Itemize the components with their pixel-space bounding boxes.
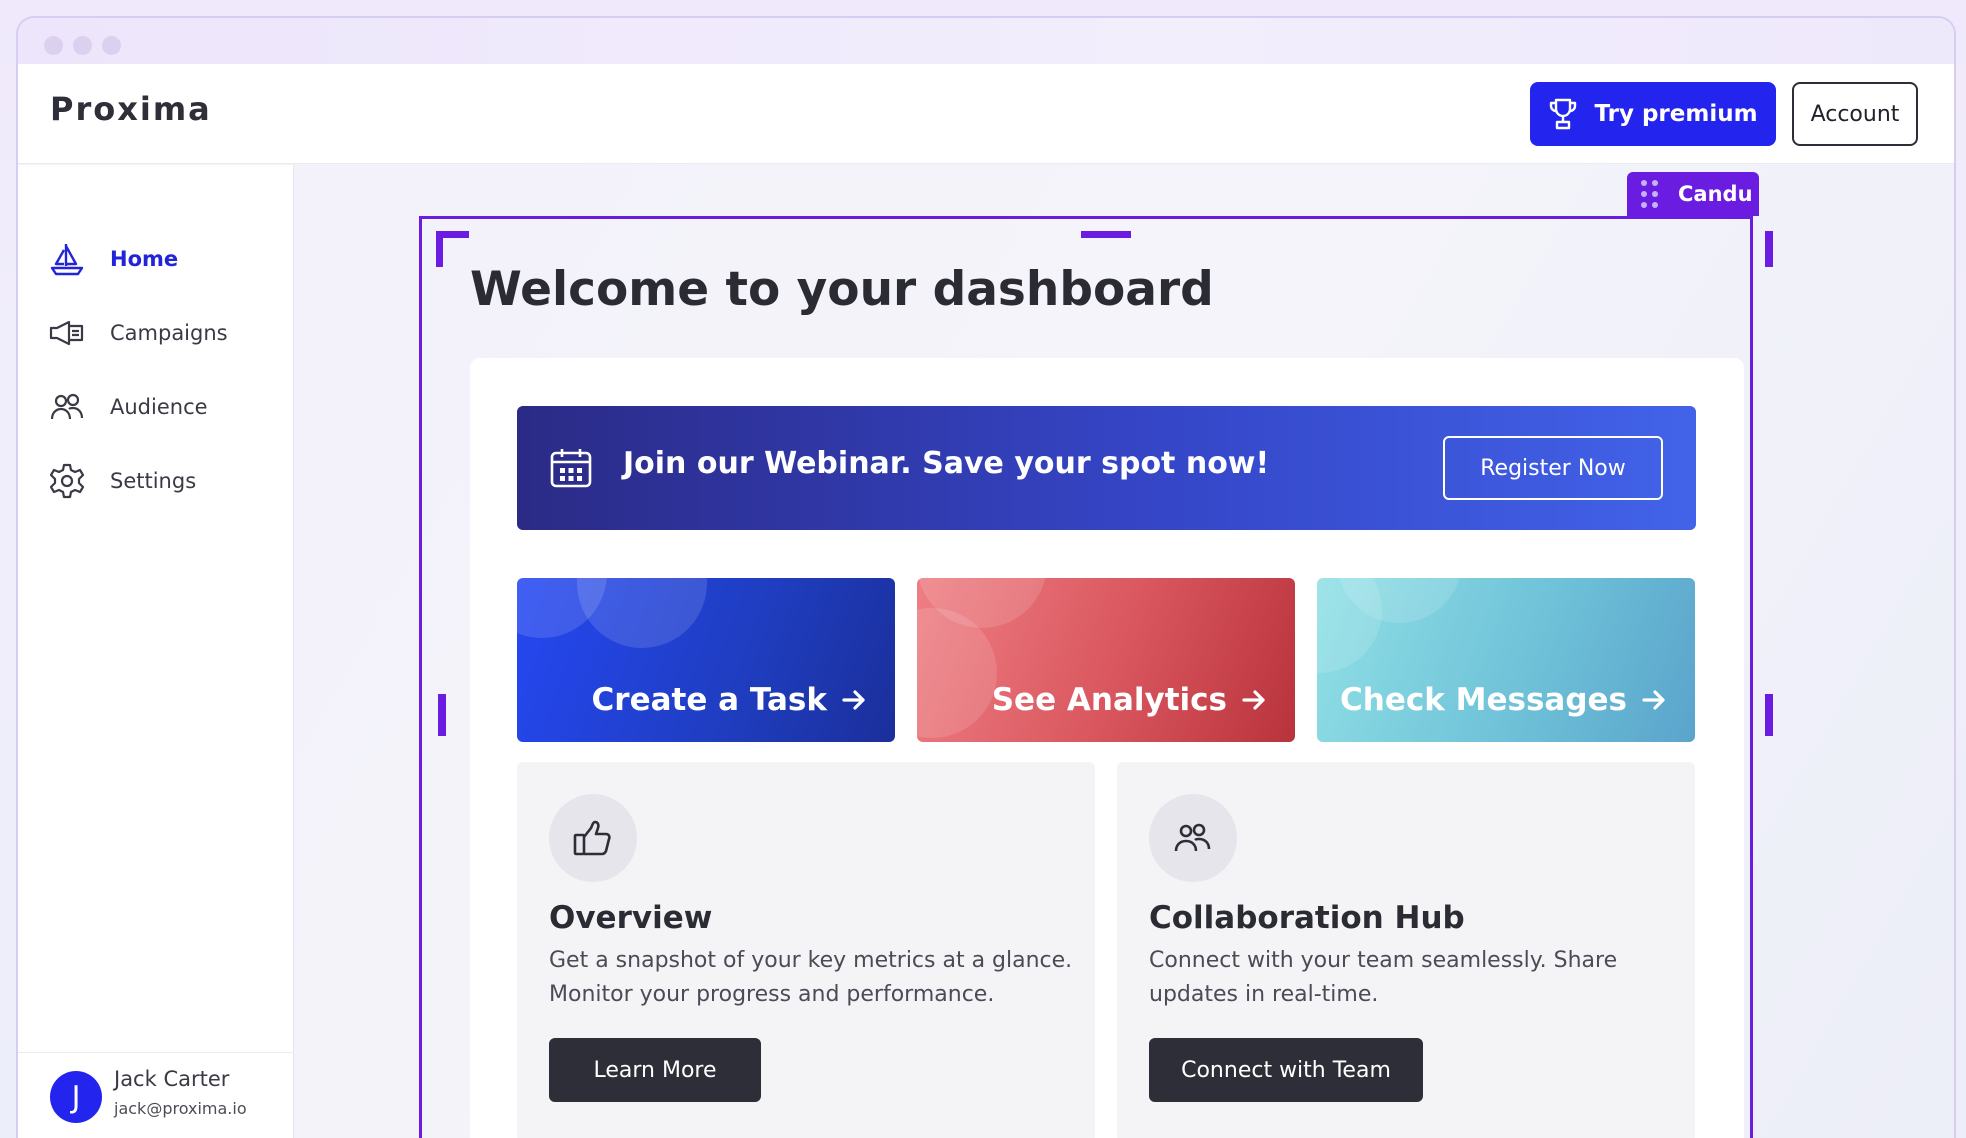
resize-handle[interactable] bbox=[1765, 694, 1773, 736]
card-title: Collaboration Hub bbox=[1149, 900, 1465, 936]
learn-more-button[interactable]: Learn More bbox=[549, 1038, 761, 1102]
resize-handle[interactable] bbox=[1765, 231, 1773, 267]
register-now-button[interactable]: Register Now bbox=[1443, 436, 1663, 500]
user-profile[interactable]: J Jack Carter jack@proxima.io bbox=[18, 1052, 293, 1138]
trophy-icon bbox=[1550, 98, 1577, 130]
icon-circle bbox=[1149, 794, 1237, 882]
sidebar-item-label: Home bbox=[110, 247, 179, 271]
card-description: Connect with your team seamlessly. Share… bbox=[1149, 948, 1618, 1007]
collaboration-hub-card: Collaboration Hub Connect with your team… bbox=[1117, 762, 1695, 1138]
connect-with-team-button[interactable]: Connect with Team bbox=[1149, 1038, 1423, 1102]
sidebar-item-campaigns[interactable]: Campaigns bbox=[48, 311, 228, 355]
webinar-text: Join our Webinar. Save your spot now! bbox=[623, 446, 1270, 481]
arrow-right-icon bbox=[842, 690, 865, 710]
avatar[interactable]: J bbox=[50, 1071, 102, 1123]
top-bar: Proxima Try premium Account bbox=[18, 64, 1954, 164]
create-task-tile[interactable]: Create a Task bbox=[517, 578, 895, 742]
check-messages-tile[interactable]: Check Messages bbox=[1317, 578, 1695, 742]
tile-label: Create a Task bbox=[592, 682, 867, 718]
app-logo[interactable]: Proxima bbox=[50, 90, 212, 128]
resize-handle[interactable] bbox=[438, 694, 446, 736]
sidebar-item-settings[interactable]: Settings bbox=[48, 459, 196, 503]
gear-icon bbox=[49, 463, 85, 499]
window-chrome bbox=[18, 18, 1954, 64]
sidebar-item-label: Settings bbox=[110, 469, 197, 493]
see-analytics-tile[interactable]: See Analytics bbox=[917, 578, 1295, 742]
megaphone-icon bbox=[49, 320, 84, 346]
sidebar-item-label: Campaigns bbox=[110, 321, 228, 345]
tile-label: Check Messages bbox=[1340, 682, 1667, 718]
arrow-right-icon bbox=[1242, 690, 1265, 710]
account-button[interactable]: Account bbox=[1792, 82, 1918, 146]
calendar-icon bbox=[550, 449, 592, 488]
people-icon bbox=[1174, 823, 1211, 852]
tile-label: See Analytics bbox=[992, 682, 1267, 718]
webinar-banner: Join our Webinar. Save your spot now! Re… bbox=[517, 406, 1696, 530]
sidebar-item-audience[interactable]: Audience bbox=[48, 385, 208, 429]
arrow-right-icon bbox=[1642, 690, 1665, 710]
card-description: Get a snapshot of your key metrics at a … bbox=[549, 948, 1073, 1007]
candu-badge[interactable]: Candu bbox=[1627, 172, 1759, 216]
icon-circle bbox=[549, 794, 637, 882]
people-icon bbox=[50, 393, 84, 420]
try-premium-button[interactable]: Try premium bbox=[1530, 82, 1776, 146]
window-control-dot[interactable] bbox=[73, 36, 92, 55]
window-control-dot[interactable] bbox=[44, 36, 63, 55]
try-premium-label: Try premium bbox=[1594, 101, 1758, 127]
window-control-dot[interactable] bbox=[102, 36, 121, 55]
user-name: Jack Carter bbox=[114, 1067, 230, 1091]
sidebar-item-home[interactable]: Home bbox=[48, 237, 178, 281]
candu-label: Candu bbox=[1678, 182, 1753, 206]
resize-handle[interactable] bbox=[436, 231, 443, 267]
sailboat-icon bbox=[50, 244, 84, 276]
page-title: Welcome to your dashboard bbox=[470, 262, 1214, 317]
user-email: jack@proxima.io bbox=[114, 1099, 247, 1118]
resize-handle[interactable] bbox=[1081, 231, 1131, 238]
thumbs-up-icon bbox=[573, 820, 611, 856]
card-title: Overview bbox=[549, 900, 713, 936]
overview-card: Overview Get a snapshot of your key metr… bbox=[517, 762, 1095, 1138]
drag-handle-icon[interactable] bbox=[1641, 180, 1658, 208]
sidebar-item-label: Audience bbox=[110, 395, 208, 419]
sidebar: Home Campaigns Audience Settings J Jack … bbox=[18, 165, 294, 1138]
